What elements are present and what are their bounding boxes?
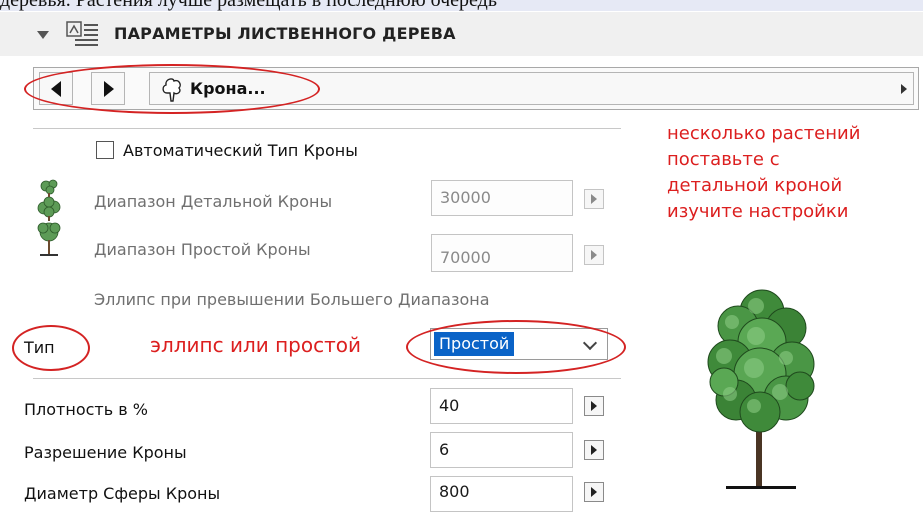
detail-range-label: Диапазон Детальной Кроны <box>94 192 333 211</box>
detail-range-arrow-button[interactable] <box>584 189 604 209</box>
tree-parameters-icon <box>66 21 98 46</box>
triangle-right-icon <box>591 250 597 260</box>
panel-header[interactable]: ПАРАМЕТРЫ ЛИСТВЕННОГО ДЕРЕВА <box>0 12 923 56</box>
ellipse-note: Эллипс при превышении Большего Диапазона <box>94 290 490 309</box>
triangle-right-icon <box>591 194 597 204</box>
triangle-right-icon <box>591 401 597 411</box>
simple-range-label: Диапазон Простой Кроны <box>94 240 311 259</box>
auto-crown-checkbox[interactable] <box>96 141 114 159</box>
triangle-right-icon <box>591 445 597 455</box>
top-caption: деревья. Растения лучше размещать в посл… <box>0 0 923 11</box>
note-line: несколько растений <box>667 123 861 144</box>
type-hint-annotation: эллипс или простой <box>150 333 361 357</box>
tree-preview-image <box>707 289 815 489</box>
triangle-down-icon[interactable] <box>37 31 49 39</box>
density-arrow-button[interactable] <box>584 396 604 416</box>
density-label: Плотность в % <box>24 400 148 419</box>
density-field[interactable]: 40 <box>430 388 573 424</box>
auto-crown-label: Автоматический Тип Кроны <box>123 141 358 160</box>
crown-sphere-diameter-arrow-button[interactable] <box>584 482 604 502</box>
caption-text: деревья. Растения лучше размещать в посл… <box>0 0 497 11</box>
crown-resolution-arrow-button[interactable] <box>584 440 604 460</box>
simple-range-arrow-button[interactable] <box>584 245 604 265</box>
chevron-right-icon[interactable] <box>901 84 907 94</box>
detail-range-field[interactable]: 30000 <box>431 180 573 216</box>
crown-sphere-diameter-field[interactable]: 800 <box>430 476 573 512</box>
panel-title: ПАРАМЕТРЫ ЛИСТВЕННОГО ДЕРЕВА <box>114 24 456 43</box>
note-line: изучите настройки <box>667 201 849 222</box>
annotation-ellipse-nav <box>24 64 320 114</box>
note-line: поставьте с <box>667 149 780 170</box>
note-line: детальной кроной <box>667 175 843 196</box>
simple-range-field[interactable]: 70000 <box>431 234 573 272</box>
divider <box>33 128 621 129</box>
divider <box>33 378 621 379</box>
annotation-ellipse-type-select <box>406 320 626 374</box>
triangle-right-icon <box>591 487 597 497</box>
crown-detail-levels-icon <box>37 179 61 256</box>
crown-resolution-field[interactable]: 6 <box>430 432 573 468</box>
annotation-ellipse-type-label <box>12 325 90 371</box>
crown-sphere-diameter-label: Диаметр Сферы Кроны <box>24 484 221 503</box>
crown-resolution-label: Разрешение Кроны <box>24 443 187 462</box>
